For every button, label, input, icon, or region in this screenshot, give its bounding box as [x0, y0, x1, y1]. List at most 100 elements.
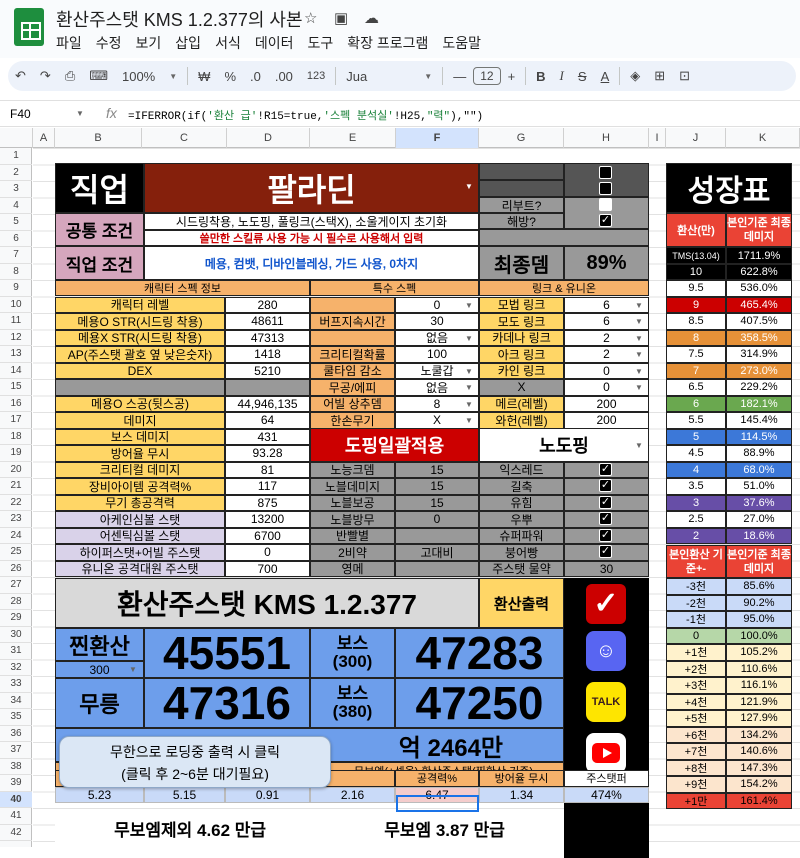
- row-header[interactable]: 10: [0, 297, 32, 313]
- char-stat-input[interactable]: 431: [225, 428, 310, 445]
- release-checkbox[interactable]: ✓: [599, 214, 612, 227]
- row-header[interactable]: 12: [0, 330, 32, 346]
- font-dropdown-icon[interactable]: ▼: [417, 72, 439, 81]
- row-header[interactable]: 7: [0, 247, 32, 264]
- doping-checkbox[interactable]: ✓: [599, 512, 612, 525]
- column-header[interactable]: J: [666, 128, 726, 148]
- char-stat-input[interactable]: 5210: [225, 362, 310, 379]
- column-header[interactable]: C: [142, 128, 227, 148]
- row-header[interactable]: 18: [0, 429, 32, 445]
- dropdown-icon[interactable]: ▼: [465, 383, 473, 392]
- menu-edit[interactable]: 수정: [96, 33, 122, 53]
- doping-value[interactable]: 15: [395, 461, 479, 478]
- row-header[interactable]: 8: [0, 264, 32, 280]
- currency-button[interactable]: ₩: [191, 69, 217, 84]
- sheets-logo-icon[interactable]: [14, 8, 44, 46]
- doping-dropdown-icon[interactable]: ▼: [635, 441, 643, 450]
- dropdown-icon[interactable]: ▼: [465, 367, 473, 376]
- doping-checkbox[interactable]: ✓: [599, 479, 612, 492]
- doping-value[interactable]: [395, 560, 479, 577]
- row-header[interactable]: 11: [0, 313, 32, 330]
- row-header[interactable]: 21: [0, 478, 32, 495]
- row-header[interactable]: 41: [0, 808, 32, 825]
- doping-apply-button[interactable]: 도핑일괄적용: [310, 428, 479, 462]
- dropdown-icon[interactable]: ▼: [635, 301, 643, 310]
- undo-icon[interactable]: ↶: [8, 68, 33, 84]
- row-header[interactable]: 19: [0, 445, 32, 462]
- menu-format[interactable]: 서식: [215, 33, 241, 53]
- number-format-button[interactable]: 123: [300, 70, 332, 82]
- output-button[interactable]: 환산출력: [479, 578, 564, 628]
- level-dropdown-icon[interactable]: ▼: [129, 665, 137, 674]
- char-stat-input[interactable]: 280: [225, 296, 310, 313]
- menu-tools[interactable]: 도구: [307, 33, 333, 53]
- discord-icon[interactable]: ☺: [586, 631, 626, 671]
- row-header[interactable]: 1: [0, 148, 32, 165]
- redo-icon[interactable]: ↷: [33, 68, 58, 84]
- increase-decimal-button[interactable]: .00: [268, 69, 300, 84]
- sheet-grid[interactable]: 직업 팔라딘 ▼ 리부트? 해방? ✓ 공통 조건 시드링착용, 노도핑, 풀링…: [33, 148, 800, 858]
- doping-value[interactable]: 고대비: [395, 544, 479, 561]
- char-stat-input[interactable]: 48611: [225, 313, 310, 330]
- row-header[interactable]: 25: [0, 544, 32, 561]
- row-header[interactable]: 35: [0, 709, 32, 726]
- font-size-decrease-icon[interactable]: —: [446, 69, 473, 84]
- font-select[interactable]: Jua: [339, 69, 417, 84]
- doping-value[interactable]: 0: [395, 511, 479, 528]
- column-header[interactable]: G: [479, 128, 564, 148]
- job-dropdown-icon[interactable]: ▼: [465, 182, 473, 191]
- row-header[interactable]: 14: [0, 363, 32, 379]
- char-stat-input[interactable]: [225, 379, 310, 396]
- dropdown-icon[interactable]: ▼: [635, 334, 643, 343]
- row-header[interactable]: 34: [0, 693, 32, 709]
- decrease-decimal-button[interactable]: .0: [243, 69, 268, 84]
- column-header[interactable]: D: [227, 128, 310, 148]
- potion-select[interactable]: 30: [564, 560, 649, 577]
- char-stat-input[interactable]: 47313: [225, 329, 310, 346]
- char-stat-input[interactable]: 93.28: [225, 445, 310, 462]
- menu-extensions[interactable]: 확장 프로그램: [347, 33, 428, 53]
- document-title[interactable]: 환산주스탯 KMS 1.2.377의 사본: [56, 6, 303, 32]
- row-header[interactable]: 26: [0, 561, 32, 577]
- row-header[interactable]: 6: [0, 231, 32, 247]
- zoom-dropdown-icon[interactable]: ▼: [162, 72, 184, 81]
- doping-checkbox[interactable]: ✓: [599, 495, 612, 509]
- row-header[interactable]: 30: [0, 627, 32, 643]
- merge-cells-icon[interactable]: ⊡: [672, 68, 697, 84]
- char-stat-input[interactable]: 0: [225, 544, 310, 561]
- italic-button[interactable]: I: [553, 68, 571, 84]
- char-stat-input[interactable]: 1418: [225, 346, 310, 363]
- menu-data[interactable]: 데이터: [255, 33, 294, 53]
- doping-value[interactable]: 15: [395, 494, 479, 511]
- row-header[interactable]: 38: [0, 759, 32, 775]
- kakaotalk-icon[interactable]: TALK: [586, 682, 626, 722]
- star-icon[interactable]: ☆: [304, 9, 317, 27]
- percent-button[interactable]: %: [217, 69, 243, 84]
- row-header[interactable]: 32: [0, 660, 32, 676]
- row-header[interactable]: 29: [0, 610, 32, 627]
- row-header[interactable]: 22: [0, 495, 32, 511]
- row-header[interactable]: 24: [0, 528, 32, 544]
- char-stat-input[interactable]: 81: [225, 461, 310, 478]
- name-box[interactable]: F40: [10, 107, 31, 121]
- fill-color-icon[interactable]: ◈: [623, 68, 647, 84]
- column-header[interactable]: E: [310, 128, 396, 148]
- row-header[interactable]: 20: [0, 462, 32, 478]
- dropdown-icon[interactable]: ▼: [635, 383, 643, 392]
- doping-checkbox[interactable]: ✓: [599, 545, 612, 558]
- bold-button[interactable]: B: [529, 69, 552, 84]
- link-input[interactable]: 200: [564, 412, 649, 429]
- dropdown-icon[interactable]: ▼: [465, 416, 473, 425]
- row-header[interactable]: 39: [0, 775, 32, 792]
- row-header[interactable]: 5: [0, 214, 32, 231]
- text-color-icon[interactable]: A: [594, 69, 617, 84]
- link-input[interactable]: 200: [564, 395, 649, 412]
- row-header[interactable]: 40: [0, 791, 32, 808]
- char-stat-input[interactable]: 13200: [225, 511, 310, 528]
- dropdown-icon[interactable]: ▼: [635, 317, 643, 326]
- font-size-increase-icon[interactable]: +: [501, 69, 523, 84]
- dropdown-icon[interactable]: ▼: [465, 400, 473, 409]
- row-header[interactable]: 15: [0, 379, 32, 396]
- column-header[interactable]: A: [33, 128, 55, 148]
- selected-cell-outline[interactable]: [396, 795, 479, 812]
